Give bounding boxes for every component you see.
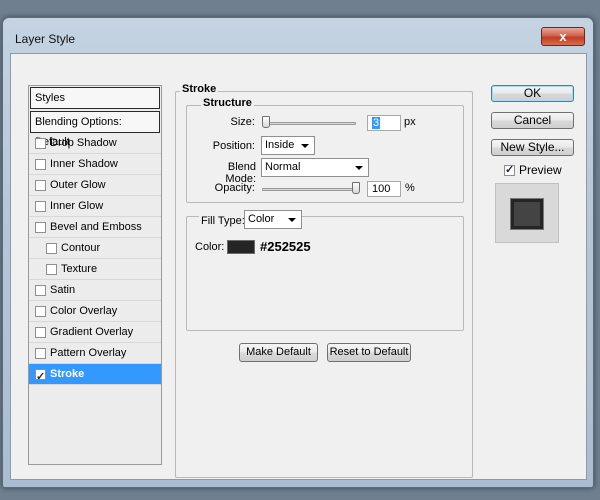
style-item-label: Stroke — [50, 368, 85, 380]
preview-label: Preview — [519, 163, 562, 177]
chevron-down-icon — [301, 144, 309, 148]
style-item-texture[interactable]: Texture — [29, 259, 161, 280]
blend-mode-select[interactable]: Normal — [261, 158, 369, 177]
style-item-inner-shadow[interactable]: Inner Shadow — [29, 154, 161, 175]
style-item-label: Drop Shadow — [50, 137, 117, 149]
style-item-label: Inner Shadow — [50, 158, 118, 170]
style-checkbox[interactable] — [35, 221, 46, 233]
style-checkbox[interactable] — [46, 242, 57, 254]
style-items: Drop Shadow Inner Shadow Outer Glow Inner G… — [29, 133, 161, 387]
size-slider-handle[interactable] — [262, 116, 270, 128]
opacity-unit: % — [405, 182, 415, 194]
style-item-outer-glow[interactable]: Outer Glow — [29, 175, 161, 196]
structure-section-title: Structure — [201, 97, 254, 109]
preview-thumbnail — [511, 199, 543, 229]
size-slider[interactable] — [262, 122, 356, 125]
size-label: Size: — [230, 116, 255, 128]
style-checkbox[interactable] — [35, 137, 46, 149]
fill-type-label: Fill Type: — [199, 215, 247, 227]
style-checkbox[interactable] — [35, 367, 46, 387]
blending-options-item[interactable]: Blending Options: Default — [30, 111, 160, 148]
style-checkbox[interactable] — [35, 158, 46, 170]
position-value: Inside — [265, 139, 295, 151]
opacity-slider-handle[interactable] — [352, 182, 360, 194]
style-item-color-overlay[interactable]: Color Overlay — [29, 301, 161, 322]
style-item-label: Contour — [61, 242, 101, 254]
style-item-pattern-overlay[interactable]: Pattern Overlay — [29, 343, 161, 364]
size-input[interactable]: 3 — [367, 115, 401, 131]
opacity-label: Opacity: — [214, 182, 255, 194]
style-item-label: Bevel and Emboss — [50, 221, 142, 233]
preview-checkbox-row[interactable]: Preview — [504, 163, 562, 177]
cancel-button[interactable]: Cancel — [491, 112, 574, 129]
style-checkbox[interactable] — [35, 179, 46, 191]
stroke-section-title: Stroke — [180, 83, 219, 95]
style-checkbox[interactable] — [35, 284, 46, 296]
style-preview — [495, 183, 559, 243]
chevron-down-icon — [288, 218, 296, 222]
style-item-satin[interactable]: Satin — [29, 280, 161, 301]
size-unit: px — [404, 116, 416, 128]
reset-to-default-button[interactable]: Reset to Default — [327, 343, 411, 362]
preview-checkbox[interactable] — [504, 163, 515, 176]
color-hex-value: #252525 — [260, 239, 311, 254]
style-checkbox[interactable] — [35, 326, 46, 338]
position-select[interactable]: Inside — [261, 136, 315, 155]
style-item-inner-glow[interactable]: Inner Glow — [29, 196, 161, 217]
style-item-label: Gradient Overlay — [50, 326, 134, 338]
layer-style-dialog: Layer Style x Styles Blending Options: D… — [2, 17, 594, 488]
close-button[interactable]: x — [541, 27, 585, 46]
styles-header[interactable]: Styles — [30, 87, 160, 109]
style-item-contour[interactable]: Contour — [29, 238, 161, 259]
style-checkbox[interactable] — [35, 305, 46, 317]
style-item-bevel-and-emboss[interactable]: Bevel and Emboss — [29, 217, 161, 238]
position-label: Position: — [212, 140, 255, 152]
color-swatch[interactable] — [227, 240, 255, 254]
style-item-label: Inner Glow — [50, 200, 104, 212]
fill-group — [186, 216, 464, 331]
window-title: Layer Style — [15, 32, 76, 46]
make-default-button[interactable]: Make Default — [239, 343, 318, 362]
fill-type-value: Color — [248, 213, 275, 225]
styles-list: Styles Blending Options: Default Drop Sh… — [28, 85, 162, 465]
style-item-label: Texture — [61, 263, 98, 275]
style-item-label: Satin — [50, 284, 76, 296]
style-item-stroke[interactable]: Stroke — [29, 364, 161, 387]
ok-button[interactable]: OK — [491, 85, 574, 102]
fill-type-select[interactable]: Color — [244, 210, 302, 229]
style-item-label: Outer Glow — [50, 179, 106, 191]
close-icon: x — [559, 29, 567, 44]
style-item-label: Pattern Overlay — [50, 347, 127, 359]
opacity-slider[interactable] — [262, 188, 356, 191]
dialog-client: Styles Blending Options: Default Drop Sh… — [10, 53, 587, 480]
blend-mode-value: Normal — [265, 161, 301, 173]
chevron-down-icon — [355, 166, 363, 170]
new-style-button[interactable]: New Style... — [491, 139, 574, 156]
color-label: Color: — [195, 241, 225, 253]
style-checkbox[interactable] — [35, 347, 46, 359]
style-item-label: Color Overlay — [50, 305, 118, 317]
style-checkbox[interactable] — [35, 200, 46, 212]
style-checkbox[interactable] — [46, 263, 57, 275]
style-item-gradient-overlay[interactable]: Gradient Overlay — [29, 322, 161, 343]
opacity-input[interactable]: 100 — [367, 181, 401, 197]
